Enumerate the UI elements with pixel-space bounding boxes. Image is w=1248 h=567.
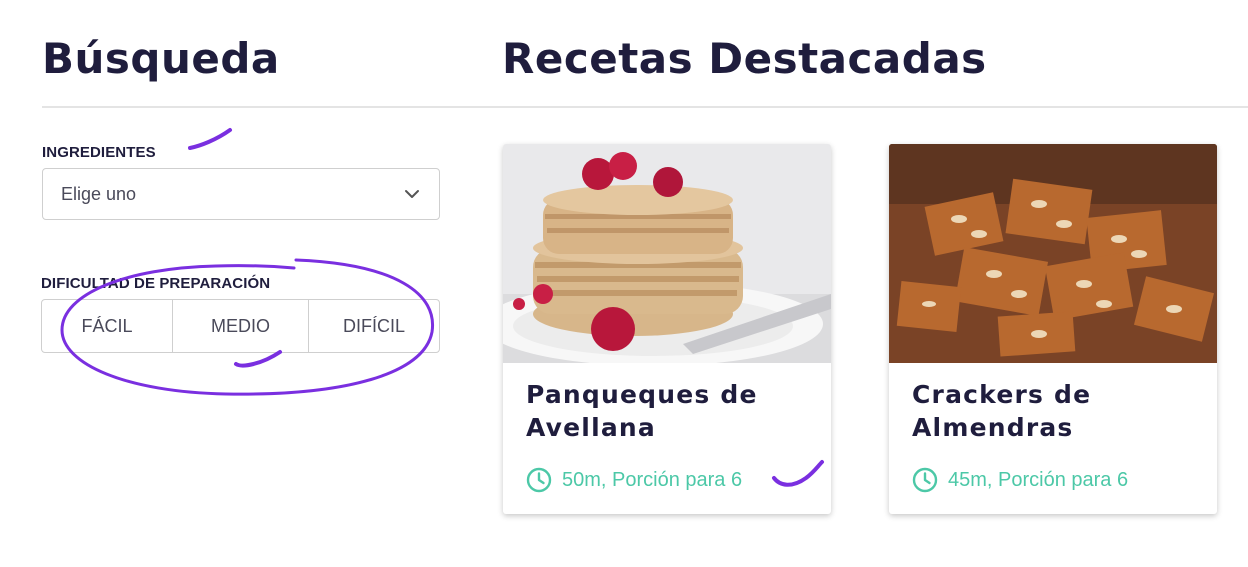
difficulty-option-medium[interactable]: MEDIO [173,300,309,352]
ingredients-label: INGREDIENTES [42,144,156,161]
clock-icon [526,467,552,493]
difficulty-option-easy[interactable]: FÁCIL [42,300,173,352]
featured-recipes-title: Recetas Destacadas [502,34,987,83]
recipe-meta: 50m, Porción para 6 [526,467,742,493]
clock-icon [912,467,938,493]
recipe-time-servings: 45m, Porción para 6 [948,468,1129,491]
recipe-image-crackers [889,144,1217,363]
chevron-down-icon [405,190,419,198]
recipe-image-pancakes [503,144,831,363]
recipe-card[interactable]: Crackers de Almendras 45m, Porción para … [889,144,1217,514]
difficulty-label: DIFICULTAD DE PREPARACIÓN [41,275,271,292]
ingredients-select[interactable]: Elige uno [42,168,440,220]
difficulty-option-hard[interactable]: DIFÍCIL [309,300,439,352]
annotation-checkmark-ingredients [188,128,232,150]
difficulty-segmented-control: FÁCIL MEDIO DIFÍCIL [41,299,440,353]
recipe-title: Crackers de Almendras [912,380,1092,442]
recipe-card[interactable]: Panqueques de Avellana 50m, Porción para… [503,144,831,514]
recipe-title: Panqueques de Avellana [526,380,758,442]
ingredients-select-value: Elige uno [61,183,137,204]
recipe-time-servings: 50m, Porción para 6 [562,468,743,491]
search-title: Búsqueda [42,34,280,83]
header-divider [42,106,1248,108]
recipe-meta: 45m, Porción para 6 [912,467,1128,493]
